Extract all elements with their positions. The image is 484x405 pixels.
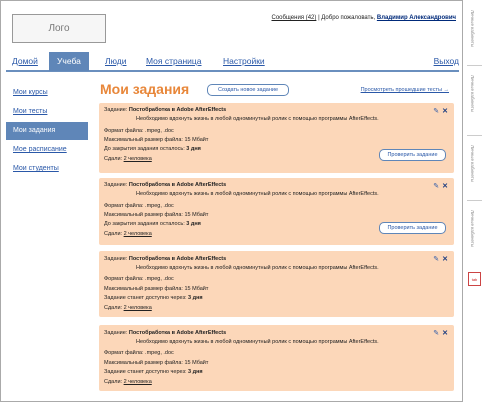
close-icon[interactable]: ✕ [442,255,448,263]
file-format: Формат файла: .mpeg, .doc [104,350,174,356]
file-format: Формат файла: .mpeg, .doc [104,276,174,282]
submitted-line: Сдали: 2 человека [104,305,152,311]
assignment-card: Задание: Постобработка в Adobe AfterEffe… [99,251,454,317]
submitted-label: Сдали: [104,231,123,237]
task-label: Задание: [104,330,128,336]
logo[interactable]: Лого [12,14,106,43]
task-label: Задание: [104,256,128,262]
create-assignment-button[interactable]: Создать новое задание [207,84,289,96]
user-bar: Сообщения (42) | Добро пожаловать, Влади… [271,15,456,21]
submitted-label: Сдали: [104,305,123,311]
deadline-label: До закрытия задания осталось: [104,221,185,227]
messages-link[interactable]: Сообщения (42) [271,15,316,21]
deadline-label: Задание станет доступно через: [104,295,187,301]
user-name-link[interactable]: Владимир Александрович [377,15,456,21]
sidebar: Мои курсы Мои тесты Мои задания Мое расп… [6,84,88,179]
deadline-label: До закрытия задания осталось: [104,146,185,152]
sidebar-item-my-schedule[interactable]: Мое расписание [6,141,88,159]
main-frame: Лого Сообщения (42) | Добро пожаловать, … [0,0,463,402]
sidebar-item-my-tests[interactable]: Мои тесты [6,103,88,121]
edit-icon[interactable]: ✎ [433,329,439,337]
sidebar-item-my-students[interactable]: Мои студенты [6,160,88,178]
userbar-separator: | [318,15,320,21]
logout-link[interactable]: Выход [434,52,459,71]
task-name: Постобработка в Adobe AfterEffects [128,107,227,113]
max-file-size: Максимальный размер файла: 15 Мбайт [104,212,209,218]
rail-label[interactable]: Личные кабинеты [470,210,475,247]
card-actions: ✎ ✕ [433,329,448,337]
nav-item-settings[interactable]: Настройки [223,52,265,71]
card-actions: ✎ ✕ [433,107,448,115]
close-icon[interactable]: ✕ [442,329,448,337]
edit-icon[interactable]: ✎ [433,255,439,263]
deadline-value: 3 дня [186,146,201,152]
task-label: Задание: [104,107,128,113]
card-actions: ✎ ✕ [433,255,448,263]
task-description: Необходимо вдохнуть жизнь в любой одноми… [136,116,379,122]
assignment-card: Задание: Постобработка в Adobe AfterEffe… [99,178,454,245]
rail-badge[interactable]: tab [468,272,481,286]
task-title-line: Задание: Постобработка в Adobe AfterEffe… [104,256,226,262]
deadline-value: 3 дня [186,221,201,227]
close-icon[interactable]: ✕ [442,182,448,190]
deadline-line: Задание станет доступно через: 3 дня [104,295,203,301]
submitted-link[interactable]: 2 человека [124,305,152,311]
check-assignment-button[interactable]: Проверить задание [379,149,446,161]
deadline-line: До закрытия задания осталось: 3 дня [104,221,201,227]
assignment-card: Задание: Постобработка в Adobe AfterEffe… [99,103,454,173]
rail-divider [467,65,482,66]
main-nav: Домой Учеба Люди Моя страница Настройки … [6,52,459,72]
submitted-label: Сдали: [104,379,123,385]
deadline-label: Задание станет доступно через: [104,369,187,375]
deadline-value: 3 дня [188,369,203,375]
submitted-link[interactable]: 2 человека [124,379,152,385]
close-icon[interactable]: ✕ [442,107,448,115]
rail-divider [467,135,482,136]
past-tests-link[interactable]: Просмотреть прошедшие тесты → [361,87,449,93]
deadline-value: 3 дня [188,295,203,301]
nav-item-study[interactable]: Учеба [49,52,89,71]
nav-item-my-page[interactable]: Моя страница [146,52,202,71]
rail-divider [467,200,482,201]
card-actions: ✎ ✕ [433,182,448,190]
task-name: Постобработка в Adobe AfterEffects [128,182,227,188]
submitted-link[interactable]: 2 человека [124,156,152,162]
edit-icon[interactable]: ✎ [433,107,439,115]
rail-label[interactable]: Личные кабинеты [470,75,475,112]
max-file-size: Максимальный размер файла: 15 Мбайт [104,360,209,366]
sidebar-item-my-assignments[interactable]: Мои задания [6,122,88,140]
max-file-size: Максимальный размер файла: 15 Мбайт [104,137,209,143]
nav-item-people[interactable]: Люди [105,52,126,71]
rail-label[interactable]: Личные кабинеты [470,10,475,47]
check-assignment-button[interactable]: Проверить задание [379,222,446,234]
task-title-line: Задание: Постобработка в Adobe AfterEffe… [104,330,226,336]
sidebar-item-my-courses[interactable]: Мои курсы [6,84,88,102]
submitted-line: Сдали: 2 человека [104,156,152,162]
side-rail: Личные кабинеты Личные кабинеты Личные к… [465,0,484,405]
task-name: Постобработка в Adobe AfterEffects [128,256,227,262]
nav-item-home[interactable]: Домой [12,52,38,71]
welcome-text: Добро пожаловать, [321,15,376,21]
task-name: Постобработка в Adobe AfterEffects [128,330,227,336]
submitted-line: Сдали: 2 человека [104,379,152,385]
task-title-line: Задание: Постобработка в Adobe AfterEffe… [104,182,226,188]
edit-icon[interactable]: ✎ [433,182,439,190]
rail-label[interactable]: Личные кабинеты [470,145,475,182]
submitted-link[interactable]: 2 человека [124,231,152,237]
task-description: Необходимо вдохнуть жизнь в любой одноми… [136,191,379,197]
page-title: Мои задания [100,81,190,97]
deadline-line: Задание станет доступно через: 3 дня [104,369,203,375]
deadline-line: До закрытия задания осталось: 3 дня [104,146,201,152]
task-label: Задание: [104,182,128,188]
task-description: Необходимо вдохнуть жизнь в любой одноми… [136,265,379,271]
file-format: Формат файла: .mpeg, .doc [104,128,174,134]
submitted-line: Сдали: 2 человека [104,231,152,237]
file-format: Формат файла: .mpeg, .doc [104,203,174,209]
submitted-label: Сдали: [104,156,123,162]
task-description: Необходимо вдохнуть жизнь в любой одноми… [136,339,379,345]
max-file-size: Максимальный размер файла: 15 Мбайт [104,286,209,292]
assignment-card: Задание: Постобработка в Adobe AfterEffe… [99,325,454,391]
task-title-line: Задание: Постобработка в Adobe AfterEffe… [104,107,226,113]
